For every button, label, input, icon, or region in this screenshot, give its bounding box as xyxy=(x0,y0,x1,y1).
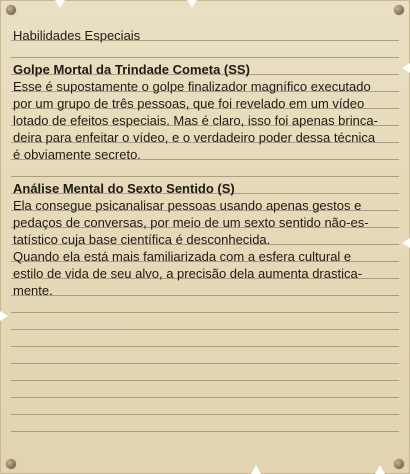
nail-icon xyxy=(6,459,16,469)
ability-title: Golpe Mortal da Trindade Cometa (SS) xyxy=(13,62,250,77)
ability-description-line: Quando ela está mais familiarizada com a… xyxy=(13,249,352,264)
ability-description-line: tatístico cuja base científica é desconh… xyxy=(13,232,271,247)
ability-description-line: Esse é supostamente o golpe finalizador … xyxy=(13,79,371,94)
torn-edge-mark xyxy=(402,238,410,248)
ability-section: Análise Mental do Sexto Sentido (S) Ela … xyxy=(13,180,397,299)
ability-description-line: Ela consegue psicanalisar pessoas usando… xyxy=(13,198,362,213)
nail-icon xyxy=(394,5,404,15)
page-content: Habilidades Especiais Golpe Mortal da Tr… xyxy=(13,27,397,299)
page-title: Habilidades Especiais xyxy=(13,28,141,43)
torn-edge-mark xyxy=(375,465,385,474)
ability-description-line: lotado de efeitos especiais. Mas é claro… xyxy=(13,113,378,128)
notebook-page: Habilidades Especiais Golpe Mortal da Tr… xyxy=(0,0,410,474)
ability-section: Golpe Mortal da Trindade Cometa (SS) Ess… xyxy=(13,61,397,163)
ability-description-line: é obviamente secreto. xyxy=(13,147,141,162)
ability-title: Análise Mental do Sexto Sentido (S) xyxy=(13,181,235,196)
nail-icon xyxy=(6,5,16,15)
torn-edge-mark xyxy=(402,63,410,73)
torn-edge-mark xyxy=(251,465,261,474)
torn-edge-mark xyxy=(0,311,8,321)
ability-description-line: pedaços de conversas, por meio de um sex… xyxy=(13,215,369,230)
torn-edge-mark xyxy=(55,0,65,8)
ability-description-line: deira para enfeitar o vídeo, e o verdade… xyxy=(13,130,376,145)
ability-description-line: mente. xyxy=(13,283,53,298)
ability-description-line: estilo de vida de seu alvo, a precisão d… xyxy=(13,266,363,281)
ability-description-line: por um grupo de três pessoas, que foi re… xyxy=(13,96,365,111)
nail-icon xyxy=(394,459,404,469)
torn-edge-mark xyxy=(187,0,197,8)
